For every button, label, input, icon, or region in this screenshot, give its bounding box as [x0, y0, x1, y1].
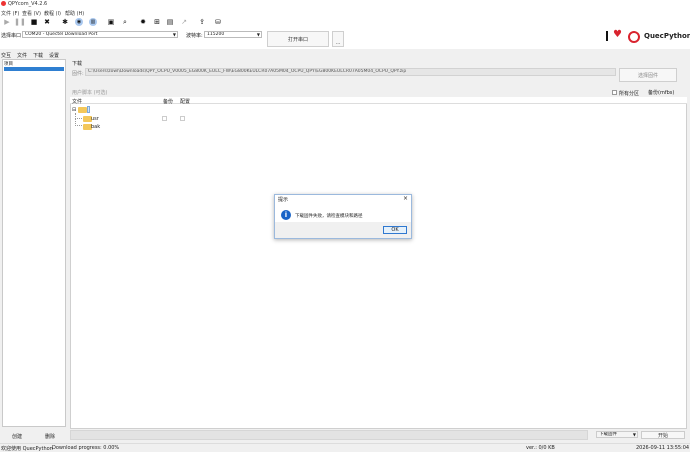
status-welcome: 欢迎使用 QuecPython	[1, 446, 53, 452]
tab-download[interactable]: 下载	[33, 52, 43, 59]
chart-tool-icon[interactable]: ▥	[89, 18, 97, 26]
baud-label: 波特率:	[186, 33, 203, 39]
plus-box-icon[interactable]: ⊞	[153, 18, 161, 26]
chevron-down-icon: ▼	[172, 32, 176, 37]
download-mode-value: 下载固件	[599, 432, 617, 437]
package-icon[interactable]: ⛁	[214, 18, 222, 26]
select-firmware-button[interactable]: 选择固件	[619, 68, 677, 82]
bug-icon[interactable]: ✱	[61, 18, 69, 26]
search-icon[interactable]: ⌕	[121, 18, 129, 26]
brand-name: QuecPython	[644, 32, 690, 40]
window-title: QPYcom_V4.2.6	[8, 1, 48, 7]
file-tree[interactable]	[70, 97, 687, 429]
quecpython-logo-icon	[628, 31, 640, 43]
heart-icon: ♥	[613, 29, 622, 40]
selected-project-row[interactable]	[4, 67, 64, 71]
tab-interact[interactable]: 交互	[1, 52, 11, 59]
usr-config-checkbox[interactable]	[180, 116, 185, 121]
dialog-title-bar: 提示 ×	[275, 195, 411, 203]
firmware-path-label: 固件:	[72, 71, 84, 77]
create-button[interactable]: 创建	[12, 433, 22, 440]
all-partitions-label: 所有分区	[619, 91, 640, 97]
bottom-bar: 创建 删除 下载固件 ▼ 开始	[0, 429, 690, 442]
baud-select[interactable]: 115200 ▼	[204, 31, 262, 38]
project-list[interactable]: 项目	[2, 59, 66, 427]
play-icon[interactable]: ▶	[3, 18, 11, 26]
close-icon[interactable]: ✖	[43, 18, 51, 26]
open-port-button[interactable]: 打开串口	[267, 31, 329, 47]
delete-button[interactable]: 删除	[45, 433, 55, 440]
alert-dialog: 提示 × i 下载固件失败，请检查模块和路径 OK	[274, 194, 412, 239]
status-bar: 欢迎使用 QuecPython Download progress: 0.00%…	[0, 443, 690, 452]
tab-files[interactable]: 文件	[17, 52, 27, 59]
tree-line	[75, 119, 82, 126]
chevron-down-icon: ▼	[632, 432, 636, 437]
save-icon[interactable]: ▣	[107, 18, 115, 26]
stop-icon[interactable]: ■	[30, 18, 38, 26]
status-version: ver.: 0/0 KB	[526, 445, 555, 451]
menu-bar: 文件 (F) 查看 (V) 教程 (I) 帮助 (H)	[0, 9, 690, 17]
port-select-value: COM20 - Quectel Download Port	[25, 32, 98, 37]
column-backup: 备份	[163, 99, 174, 105]
column-config: 配置	[180, 99, 191, 105]
toolbar: ▶ ❚❚ ■ ✖ ✱ ◉ ▥ ▣ ⌕ ✹ ⊞ ▤ ↗ ⇪ ⛁	[0, 16, 690, 29]
port-settings-row: 选择串口 COM20 - Quectel Download Port ▼ 波特率…	[0, 29, 690, 49]
external-link-icon[interactable]: ↗	[180, 18, 188, 26]
port-select[interactable]: COM20 - Quectel Download Port ▼	[22, 31, 178, 38]
user-script-label: 用户脚本 (可选)	[72, 90, 108, 96]
dialog-title: 提示	[278, 197, 289, 203]
divider	[606, 31, 608, 41]
start-button[interactable]: 开始	[641, 431, 685, 439]
info-icon: i	[281, 210, 291, 220]
progress-bar	[70, 430, 588, 440]
status-progress: Download progress: 0.00%	[52, 445, 120, 451]
more-button[interactable]: ...	[332, 31, 344, 47]
status-datetime: 2026-09-11 13:55:04	[636, 445, 690, 451]
file-tree-header: 文件 备份 配置	[70, 97, 687, 105]
download-section-title: 下载	[72, 61, 83, 67]
edit-box-icon[interactable]: ▤	[166, 18, 174, 26]
backup-button[interactable]: 备份(mfbs)	[648, 89, 674, 96]
port-label: 选择串口	[1, 33, 22, 39]
root-selection	[87, 106, 90, 113]
tab-bar: 交互 文件 下载 设置	[0, 52, 66, 59]
tree-item-usr[interactable]: usr	[91, 116, 99, 122]
close-icon[interactable]: ×	[403, 195, 408, 202]
gear-icon[interactable]: ✹	[139, 18, 147, 26]
all-partitions-checkbox[interactable]	[612, 90, 617, 95]
app-icon	[1, 1, 6, 6]
ok-button[interactable]: OK	[383, 226, 407, 234]
dialog-message: 下载固件失败，请检查模块和路径	[295, 214, 363, 219]
upload-icon[interactable]: ⇪	[198, 18, 206, 26]
circle-tool-icon[interactable]: ◉	[75, 18, 83, 26]
firmware-path-field[interactable]: C:\Users\zowl\Downloads\QPY_OCPU_V0005_E…	[85, 68, 616, 76]
chevron-down-icon: ▼	[256, 32, 260, 37]
pause-icon[interactable]: ❚❚	[14, 18, 26, 26]
tab-settings[interactable]: 设置	[49, 52, 59, 59]
download-mode-select[interactable]: 下载固件 ▼	[596, 431, 638, 438]
usr-backup-checkbox[interactable]	[162, 116, 167, 121]
dialog-footer: OK	[275, 222, 411, 238]
column-file: 文件	[72, 99, 83, 105]
dialog-body: i 下载固件失败，请检查模块和路径	[275, 203, 411, 222]
title-bar: QPYcom_V4.2.6	[0, 0, 690, 9]
baud-select-value: 115200	[207, 32, 225, 37]
tree-item-bak[interactable]: bak	[91, 124, 100, 130]
